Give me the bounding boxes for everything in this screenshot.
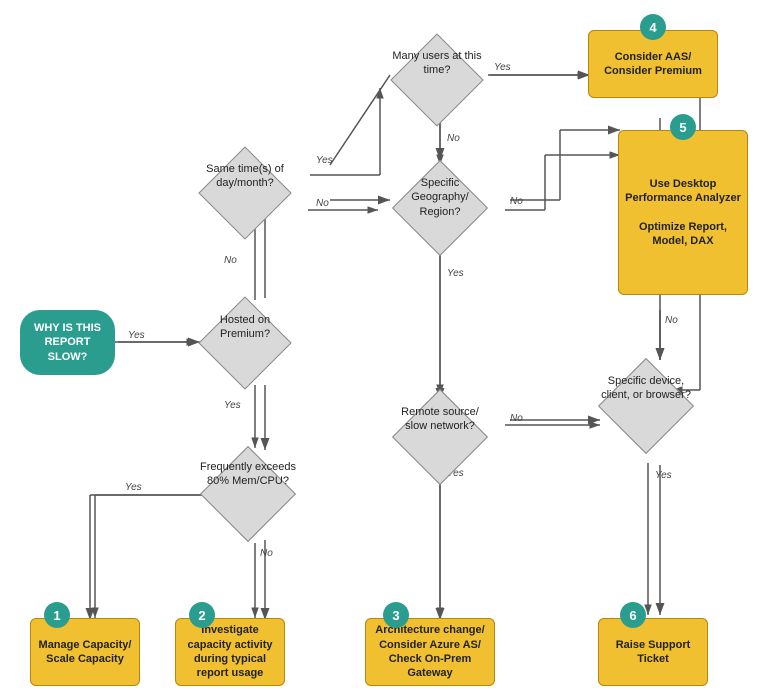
- diamond-device: Specific device, client, or browser?: [598, 360, 718, 460]
- outcome-1-label: Manage Capacity/ Scale Capacity: [37, 638, 133, 667]
- diamond-remote-label: Remote source/ slow network?: [392, 405, 488, 434]
- diamond-manyusers-label: Many users at this time?: [392, 49, 482, 78]
- label-hosted-no: No: [224, 255, 237, 266]
- diamond-manyusers: Many users at this time?: [392, 35, 507, 125]
- outcome-5-box: Use Desktop Performance Analyzer Optimiz…: [618, 130, 748, 295]
- circle-6: 6: [620, 602, 646, 628]
- outcome-6-label: Raise Support Ticket: [616, 638, 691, 667]
- diamond-device-label: Specific device, client, or browser?: [598, 374, 694, 403]
- label-hosted-yes: Yes: [224, 400, 241, 411]
- outcome-3-box: Architecture change/ Consider Azure AS/ …: [365, 618, 495, 686]
- diamond-exceeds: Frequently exceeds 80% Mem/CPU?: [200, 448, 320, 543]
- start-label: WHY IS THIS REPORT SLOW?: [28, 321, 107, 364]
- diamond-hosted: Hosted on Premium?: [200, 298, 315, 388]
- start-node: WHY IS THIS REPORT SLOW?: [20, 310, 115, 375]
- label-start-to-hosted: Yes: [128, 330, 145, 341]
- outcome-5-group: 5 Use Desktop Performance Analyzer Optim…: [618, 130, 748, 295]
- label-geo-yes: Yes: [447, 268, 464, 279]
- diamond-sametime-label: Same time(s) of day/month?: [200, 162, 290, 191]
- outcome-1-box: Manage Capacity/ Scale Capacity: [30, 618, 140, 686]
- outcome-3-label: Architecture change/ Consider Azure AS/ …: [372, 623, 488, 680]
- label-exceeds-no: No: [260, 548, 273, 559]
- diamond-remote: Remote source/ slow network?: [392, 393, 510, 483]
- outcome-5-label: Use Desktop Performance Analyzer Optimiz…: [625, 177, 741, 248]
- outcome-2-group: 2 Investigate capacity activity during t…: [175, 618, 285, 686]
- outcome-6-group: 6 Raise Support Ticket: [598, 618, 708, 686]
- label-o5-no: No: [665, 315, 678, 326]
- label-geo-no: No: [510, 196, 523, 207]
- diamond-geography: Specific Geography/ Region?: [392, 162, 510, 257]
- outcome-2-label: Investigate capacity activity during typ…: [188, 623, 273, 680]
- outcome-6-box: Raise Support Ticket: [598, 618, 708, 686]
- label-sametime-yes: Yes: [316, 155, 333, 166]
- label-sametime-no: No: [316, 198, 329, 209]
- circle-1: 1: [44, 602, 70, 628]
- outcome-2-box: Investigate capacity activity during typ…: [175, 618, 285, 686]
- label-remote-no: No: [510, 413, 523, 424]
- diamond-exceeds-label: Frequently exceeds 80% Mem/CPU?: [200, 460, 296, 489]
- label-manyusers-no: No: [447, 133, 460, 144]
- diamond-geography-label: Specific Geography/ Region?: [392, 176, 488, 219]
- circle-2: 2: [189, 602, 215, 628]
- label-device-yes: Yes: [655, 470, 672, 481]
- diamond-sametime: Same time(s) of day/month?: [200, 148, 315, 238]
- main-flowchart: [0, 0, 770, 700]
- outcome-4-label: Consider AAS/ Consider Premium: [604, 50, 702, 79]
- outcome-4-box: Consider AAS/ Consider Premium: [588, 30, 718, 98]
- circle-4: 4: [640, 14, 666, 40]
- label-exceeds-yes: Yes: [125, 482, 142, 493]
- circle-5: 5: [670, 114, 696, 140]
- outcome-3-group: 3 Architecture change/ Consider Azure AS…: [365, 618, 495, 686]
- outcome-4-group: 4 Consider AAS/ Consider Premium: [588, 30, 718, 98]
- outcome-1-group: 1 Manage Capacity/ Scale Capacity: [30, 618, 140, 686]
- circle-3: 3: [383, 602, 409, 628]
- diamond-hosted-label: Hosted on Premium?: [200, 313, 290, 342]
